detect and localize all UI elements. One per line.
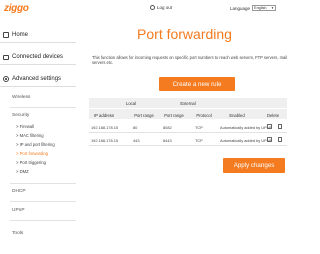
divider — [10, 183, 76, 184]
sidebar-item-upnp[interactable]: UPnP — [12, 208, 25, 213]
row-actions — [267, 124, 282, 129]
cell-ip: 192.168.178.15 — [91, 125, 119, 130]
divider — [10, 220, 76, 221]
cell-enabled: Automatically added by UPNP — [220, 125, 273, 130]
divider — [10, 107, 76, 108]
col-external-port-range: Port range — [164, 112, 184, 118]
chevron-down-icon: ▼ — [271, 6, 275, 10]
create-rule-button[interactable]: Create a new rule — [159, 77, 235, 91]
language-label: Language — [230, 5, 251, 11]
col-enabled: Enabled — [229, 112, 245, 118]
gear-icon — [3, 76, 9, 82]
sidebar-item-dhcp[interactable]: DHCP — [12, 189, 26, 194]
logout-link[interactable]: Log out — [150, 5, 172, 10]
sidebar-item-label: Advanced settings — [12, 76, 62, 82]
sidebar-item-port-triggering[interactable]: > Port triggering — [16, 160, 46, 165]
cell-external-port: 8443 — [163, 138, 172, 143]
table-row: 192.168.178.15 443 8443 TCP Automaticall… — [89, 134, 287, 146]
sidebar-item-label: Connected devices — [12, 54, 64, 60]
page-title: Port forwarding — [137, 26, 232, 42]
trash-icon[interactable] — [277, 137, 282, 142]
col-delete: Delete — [266, 112, 280, 118]
cell-local-port: 443 — [133, 138, 140, 143]
sidebar-item-dmz[interactable]: > DMZ — [16, 169, 29, 174]
cell-protocol: TCP — [195, 125, 203, 130]
row-actions — [267, 137, 282, 142]
cell-protocol: TCP — [195, 138, 203, 143]
language-select[interactable]: English ▼ — [252, 5, 277, 11]
sidebar-item-security[interactable]: Security — [12, 113, 29, 118]
page-description: This function allows for incoming reques… — [92, 55, 288, 66]
cell-local-port: 80 — [133, 125, 138, 130]
sidebar-item-connected-devices[interactable]: Connected devices — [0, 50, 76, 65]
cell-external-port: 8082 — [163, 125, 172, 130]
language-value: English — [254, 6, 267, 10]
group-local: Local — [125, 101, 136, 106]
table-row: 192.168.178.15 80 8082 TCP Automatically… — [89, 121, 287, 133]
table-header: IP address Port range Port range Protoco… — [89, 108, 287, 119]
sidebar: Home Connected devices Advanced settings… — [0, 28, 78, 254]
sidebar-item-ip-port-filtering[interactable]: > IP and port filtering — [16, 142, 55, 147]
language-selector: Language English ▼ — [230, 5, 277, 11]
logout-label: Log out — [157, 5, 173, 10]
sidebar-item-firewall[interactable]: > Firewall — [16, 124, 34, 129]
cell-ip: 192.168.178.15 — [91, 138, 119, 143]
apply-changes-button[interactable]: Apply changes — [223, 158, 285, 173]
edit-icon[interactable] — [267, 137, 272, 142]
power-icon — [150, 5, 155, 10]
sidebar-item-advanced-settings[interactable]: Advanced settings — [0, 72, 76, 87]
cell-enabled: Automatically added by UPNP — [220, 138, 273, 143]
edit-icon[interactable] — [267, 124, 272, 129]
devices-icon — [3, 54, 9, 60]
trash-icon[interactable] — [277, 124, 282, 129]
sidebar-item-mac-filtering[interactable]: > MAC filtering — [16, 133, 44, 138]
top-bar: ziggo Log out Language English ▼ — [0, 0, 291, 19]
sidebar-item-label: Home — [12, 32, 29, 38]
divider — [10, 201, 76, 202]
sidebar-item-port-forwarding[interactable]: > Port forwarding — [16, 151, 48, 156]
sidebar-item-wireless[interactable]: Wireless — [12, 95, 30, 100]
ziggo-logo[interactable]: ziggo — [4, 3, 29, 14]
table-group-header: Local External — [89, 98, 287, 108]
home-icon — [3, 32, 9, 38]
sidebar-item-tools[interactable]: Tools — [12, 231, 23, 236]
col-ip-address: IP address — [94, 112, 114, 118]
group-external: External — [180, 101, 196, 106]
col-protocol: Protocol — [196, 112, 212, 118]
sidebar-item-home[interactable]: Home — [0, 28, 76, 43]
col-local-port-range: Port range — [134, 112, 154, 118]
